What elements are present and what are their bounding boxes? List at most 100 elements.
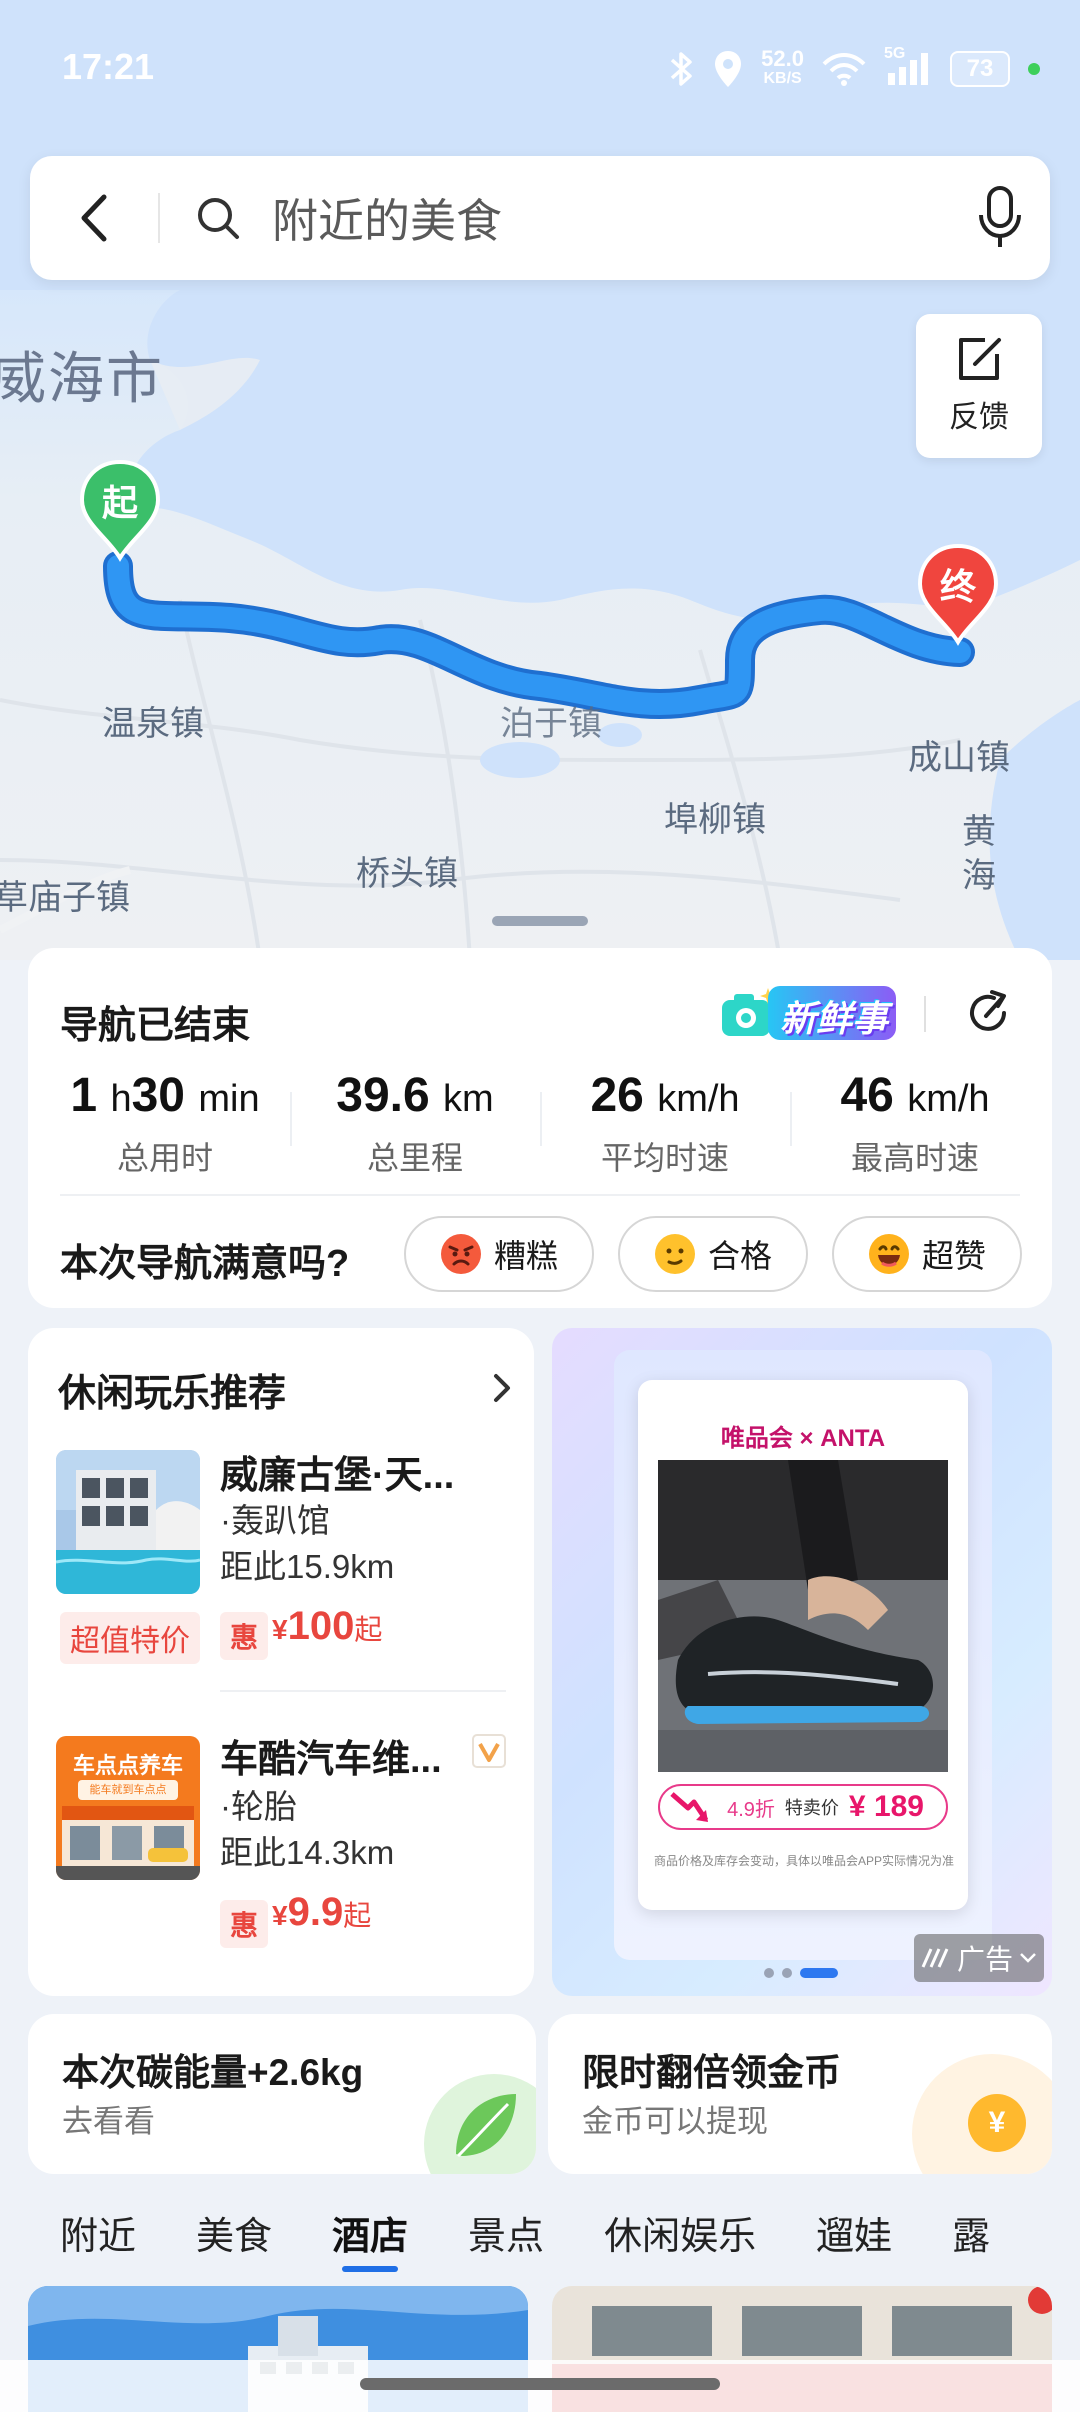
rating-great-button[interactable]: 超赞 <box>832 1216 1022 1292</box>
poi-distance: 距此15.9km <box>220 1548 395 1585</box>
tab-food[interactable]: 美食 <box>196 2205 272 2260</box>
stat-max-speed: 46 km/h 最高时速 <box>790 1064 1040 1184</box>
ad-product-photo <box>658 1460 948 1772</box>
map-label-hai: 海 <box>962 857 996 895</box>
start-pin-label: 起 <box>101 482 138 523</box>
stat-distance-value: 39.6 <box>336 1069 430 1122</box>
coin-reward-card[interactable]: 限时翻倍领金币 金币可以提现 ¥ <box>548 2014 1052 2174</box>
ad-product-card: 唯品会 × ANTA 4.9折 特卖价 ¥ 189 商品价格及库存会变动，具体以… <box>638 1380 968 1910</box>
coin-icon: ¥ <box>968 2094 1026 2152</box>
divider <box>220 1690 506 1692</box>
rating-great-label: 超赞 <box>921 1238 986 1274</box>
fresh-news-button[interactable]: 新鲜事 <box>718 984 898 1044</box>
verified-badge-icon <box>472 1734 506 1768</box>
tab-camping[interactable]: 露 <box>952 2205 990 2260</box>
leaf-icon <box>424 2074 536 2174</box>
location-icon <box>715 51 742 87</box>
stat-avg-speed-label: 平均时速 <box>600 1140 729 1176</box>
end-pin[interactable]: 终 <box>916 543 1000 646</box>
divider <box>60 1194 1020 1196</box>
ad-logo-icon <box>921 1948 949 1968</box>
share-icon[interactable] <box>964 988 1014 1038</box>
back-button[interactable] <box>30 193 160 243</box>
poi-distance: 距此14.3km <box>220 1834 395 1871</box>
start-pin[interactable]: 起 <box>78 459 162 562</box>
poi-image-carshop: 车点点养车 能车就到车点点 <box>56 1736 200 1880</box>
voice-search-button[interactable] <box>950 185 1050 251</box>
carousel-dot <box>782 1968 792 1978</box>
tab-nearby[interactable]: 附近 <box>60 2205 136 2260</box>
search-input[interactable]: 附近的美食 <box>272 185 950 251</box>
ad-sale-label: 特卖价 <box>784 1798 839 1818</box>
wifi-icon <box>822 53 866 86</box>
map-label-chengshan: 成山镇 <box>908 739 1010 777</box>
rating-ok-button[interactable]: 合格 <box>618 1216 808 1292</box>
poi-image-subtitle: 能车就到车点点 <box>78 1780 178 1800</box>
stat-time-hours: 1 <box>70 1069 98 1122</box>
poi-name: 车酷汽车维... <box>220 1739 442 1781</box>
price-suffix: 起 <box>354 1614 383 1645</box>
sneaker-photo <box>658 1460 948 1772</box>
map-label-wenquan: 温泉镇 <box>102 705 204 743</box>
stat-distance-unit: km <box>443 1078 494 1120</box>
rating-ok-label: 合格 <box>707 1238 772 1274</box>
satisfaction-question: 本次导航满意吗? <box>60 1243 350 1285</box>
tab-kids[interactable]: 遛娃 <box>816 2205 892 2260</box>
tab-leisure[interactable]: 休闲娱乐 <box>604 2205 756 2260</box>
search-bar[interactable]: 附近的美食 <box>30 156 1050 280</box>
microphone-icon <box>979 186 1021 247</box>
carbon-title: 本次碳能量+2.6kg <box>62 2052 364 2093</box>
shop-front-photo <box>56 1806 200 1880</box>
status-icons: 52.0 KB/S 5G 73 <box>669 44 1040 94</box>
price-value: 9.9 <box>287 1890 344 1934</box>
map-label-buliu: 埠柳镇 <box>664 801 766 839</box>
sheet-drag-handle[interactable] <box>492 916 588 926</box>
rating-bad-label: 糟糕 <box>493 1238 558 1274</box>
tab-hotel[interactable]: 酒店 <box>332 2205 408 2272</box>
network-speed: 52.0 KB/S <box>761 46 804 89</box>
status-bar: 17:21 52.0 KB/S 5G 73 <box>0 0 1080 140</box>
ad-discount: 4.9折 <box>727 1798 775 1821</box>
rating-bad-button[interactable]: 糟糕 <box>404 1216 594 1292</box>
divider <box>924 996 926 1032</box>
carbon-energy-card[interactable]: 本次碳能量+2.6kg 去看看 <box>28 2014 536 2174</box>
stat-max-speed-label: 最高时速 <box>850 1140 979 1176</box>
battery-indicator: 73 <box>950 51 1010 87</box>
poi-image-castle <box>56 1450 200 1594</box>
home-indicator[interactable] <box>360 2378 720 2390</box>
signal-type-label: 5G <box>884 45 906 62</box>
chevron-left-icon <box>81 194 107 242</box>
nav-ended-title: 导航已结束 <box>60 1005 251 1047</box>
stat-time-minutes: 30 <box>131 1069 185 1122</box>
feedback-button[interactable]: 反馈 <box>916 314 1042 458</box>
tab-scenic[interactable]: 景点 <box>468 2205 544 2260</box>
ad-price: ¥ 189 <box>848 1790 924 1823</box>
chevron-right-icon[interactable] <box>490 1370 514 1406</box>
grinning-face-icon <box>868 1234 909 1274</box>
ad-fine-print: 商品价格及库存会变动，具体以唯品会APP实际情况为准 <box>654 1854 955 1868</box>
advertisement-banner[interactable]: 唯品会 × ANTA 4.9折 特卖价 ¥ 189 商品价格及库存会变动，具体以… <box>552 1328 1052 1996</box>
active-dot-icon <box>1028 63 1040 75</box>
route-map[interactable]: 威海市 温泉镇 泊于镇 成山镇 埠柳镇 桥头镇 草庙子镇 黄 海 起 终 <box>0 0 1080 960</box>
special-price-badge: 超值特价 <box>60 1612 200 1664</box>
ad-label-button[interactable]: 广告 <box>914 1934 1044 1982</box>
fresh-news-label: 新鲜事 <box>780 998 889 1039</box>
discount-badge: 惠 <box>220 1900 269 1948</box>
poi-category: ·轰趴馆 <box>220 1502 330 1539</box>
poi-category: ·轮胎 <box>220 1788 297 1825</box>
chevron-down-icon <box>1020 1953 1036 1963</box>
category-tabs: 附近 美食 酒店 景点 休闲娱乐 遛娃 露 <box>0 2196 1080 2272</box>
poi-price: ¥100起 <box>272 1604 382 1649</box>
price-suffix: 起 <box>343 1900 372 1931</box>
trip-stats: 1 h30 min 总用时 39.6 km 总里程 26 km/h 平均时速 4… <box>40 1064 1040 1184</box>
map-label-bozhen: 泊于镇 <box>500 705 602 743</box>
ad-brand: 唯品会 × ANTA <box>720 1425 886 1452</box>
villa-photo <box>56 1450 200 1594</box>
poi-price: ¥9.9起 <box>272 1890 371 1935</box>
price-drop-arrow-icon <box>670 1792 709 1822</box>
stat-max-speed-unit: km/h <box>907 1078 990 1120</box>
stat-total-distance: 39.6 km 总里程 <box>290 1064 540 1184</box>
network-speed-value: 52.0 <box>761 46 804 71</box>
ad-frame: 唯品会 × ANTA 4.9折 特卖价 ¥ 189 商品价格及库存会变动，具体以… <box>614 1350 992 1960</box>
ad-label: 广告 <box>956 1944 1013 1975</box>
